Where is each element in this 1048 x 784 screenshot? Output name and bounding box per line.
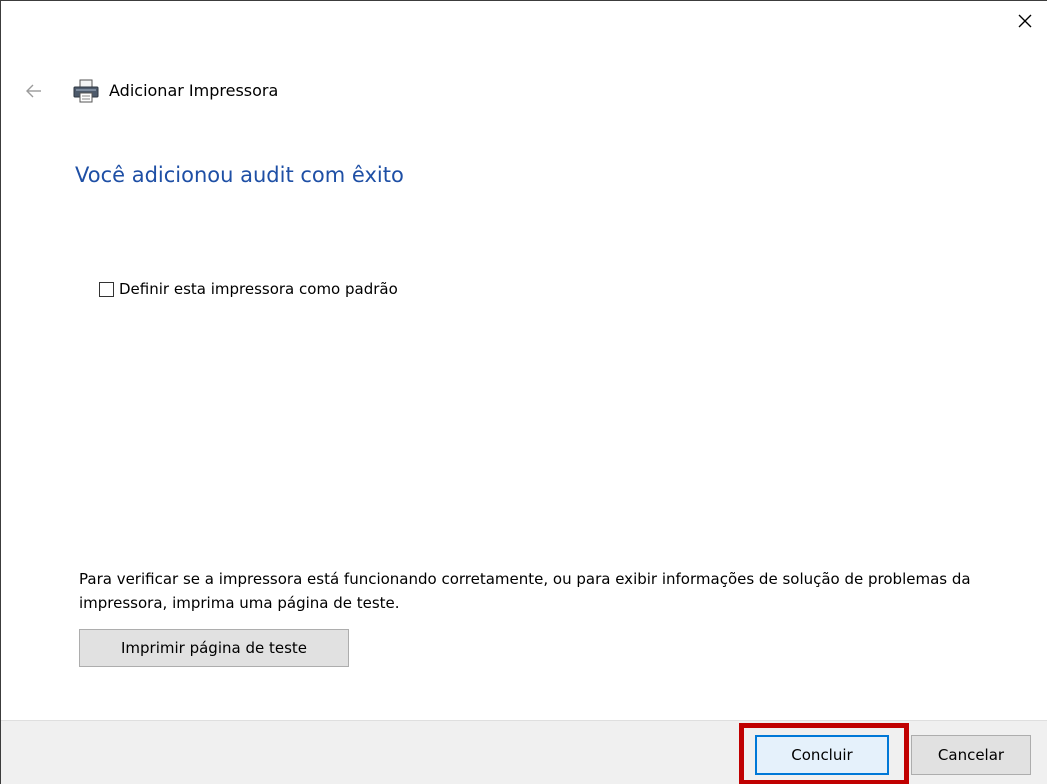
- finish-button[interactable]: Concluir: [755, 735, 889, 775]
- wizard-footer: [1, 720, 1047, 784]
- close-icon: [1018, 14, 1032, 28]
- default-printer-option[interactable]: Definir esta impressora como padrão: [99, 280, 398, 298]
- printer-icon: [71, 79, 101, 103]
- test-page-info-text: Para verificar se a impressora está func…: [79, 570, 971, 612]
- default-printer-label[interactable]: Definir esta impressora como padrão: [119, 280, 398, 298]
- add-printer-window: Adicionar Impressora Você adicionou audi…: [0, 0, 1047, 784]
- back-arrow-icon: [26, 84, 41, 98]
- success-heading: Você adicionou audit com êxito: [75, 163, 404, 187]
- close-button[interactable]: [1003, 1, 1047, 41]
- default-printer-checkbox[interactable]: [99, 281, 114, 297]
- wizard-header: Adicionar Impressora: [1, 71, 1047, 111]
- wizard-title: Adicionar Impressora: [109, 81, 279, 100]
- cancel-button[interactable]: Cancelar: [911, 735, 1031, 775]
- print-test-page-button[interactable]: Imprimir página de teste: [79, 629, 349, 667]
- back-button[interactable]: [23, 80, 45, 102]
